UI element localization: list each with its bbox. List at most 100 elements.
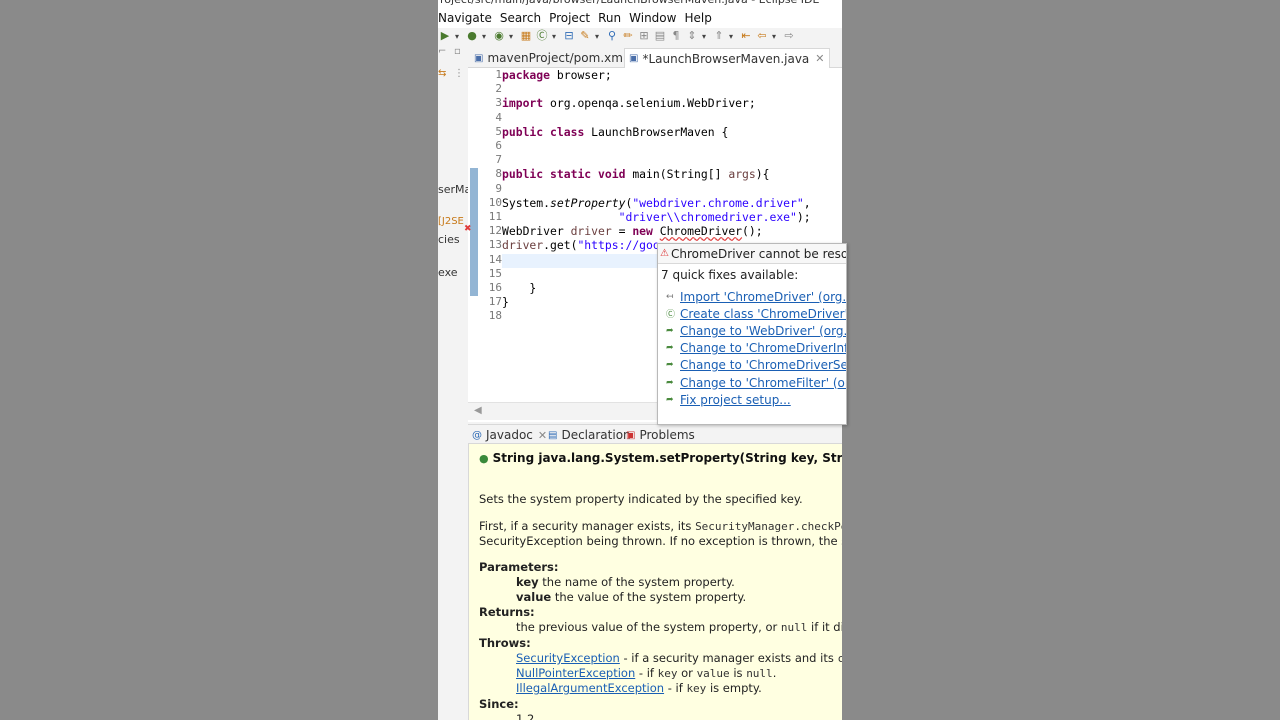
line-number: 11 — [488, 210, 502, 223]
open-type-icon[interactable]: ⊟ — [563, 30, 575, 42]
tab-pom-xml[interactable]: ▣ mavenProject/pom.xml — [474, 48, 626, 68]
line-number: 10 — [488, 195, 502, 209]
new-class-icon[interactable]: Ⓒ — [536, 30, 548, 42]
menu-run[interactable]: Run — [598, 11, 621, 25]
prev-annotation-icon[interactable]: ⇑ — [713, 30, 725, 42]
tab-label: Problems — [639, 428, 695, 442]
chevron-down-icon[interactable]: ▾ — [595, 32, 602, 41]
quick-fix-link[interactable]: Import 'ChromeDriver' (org.openqa.seleni… — [680, 290, 846, 304]
param-key: key the name of the system property. — [516, 575, 735, 589]
quick-fix-link[interactable]: Change to 'ChromeDriverInfo' (org.openqa… — [680, 341, 846, 355]
back-icon[interactable]: ⇦ — [756, 30, 768, 42]
chevron-down-icon[interactable]: ▾ — [772, 32, 779, 41]
block-selection-icon[interactable]: ⊞ — [638, 30, 650, 42]
view-menu-icon[interactable]: ⋮ — [454, 68, 464, 79]
chevron-down-icon[interactable]: ▾ — [509, 32, 516, 41]
declaration-icon: ▤ — [548, 429, 558, 441]
error-marker-icon[interactable]: ✖ — [464, 224, 472, 234]
line-number: 16 — [488, 281, 502, 294]
quick-fix-change-webdriver[interactable]: ➦ Change to 'WebDriver' (org.openqa.selen… — [658, 322, 846, 339]
throws-illegalargument: IllegalArgumentException - if key is emp… — [516, 681, 762, 695]
chevron-down-icon[interactable]: ▾ — [702, 32, 709, 41]
since-value: 1.2 — [516, 712, 535, 720]
chevron-down-icon[interactable]: ▾ — [729, 32, 736, 41]
throws-nullpointer: NullPointerException - if key or value i… — [516, 666, 777, 680]
throws-security: SecurityException - if a security manage… — [516, 651, 842, 665]
quick-fix-link[interactable]: Fix project setup... — [680, 393, 791, 407]
close-icon[interactable]: ✕ — [815, 52, 824, 65]
forward-icon[interactable]: ⇨ — [783, 30, 795, 42]
quick-fix-create-class[interactable]: Ⓒ Create class 'ChromeDriver' — [658, 305, 846, 322]
xml-file-icon: ▣ — [474, 52, 484, 64]
quick-fix-import[interactable]: ↤ Import 'ChromeDriver' (org.openqa.selen… — [658, 288, 846, 305]
quick-fix-project-setup[interactable]: ➦ Fix project setup... — [658, 391, 846, 408]
menu-bar: Navigate Search Project Run Window Help — [438, 8, 842, 28]
import-icon: ↤ — [666, 291, 674, 302]
search-icon[interactable]: ✎ — [579, 30, 591, 42]
close-icon[interactable]: ✕ — [538, 429, 547, 442]
chevron-down-icon[interactable]: ▾ — [482, 32, 489, 41]
menu-window[interactable]: Window — [629, 11, 676, 25]
menu-help[interactable]: Help — [684, 11, 711, 25]
quick-fix-header: ⚠ ChromeDriver cannot be resolved to a t… — [658, 244, 846, 264]
throws-heading: Throws: — [479, 636, 531, 650]
toggle-mark-icon[interactable]: ⚲ — [606, 30, 618, 42]
tree-item[interactable]: cies — [438, 233, 460, 246]
nullpointer-exception-link[interactable]: NullPointerException — [516, 666, 635, 680]
line-number: 8 — [495, 167, 502, 181]
line-number: 17 — [488, 295, 502, 309]
main-toolbar: ▶ ▾ ● ▾ ◉ ▾ ▦ Ⓒ ▾ ⊟ ✎ ▾ ⚲ ✏ ⊞ ▤ ¶ ⇕ ▾ ⇑ ▾ ⇤ ⇦ ▾ … — [438, 28, 842, 44]
javadoc-description: Sets the system property indicated by th… — [479, 492, 803, 506]
new-package-icon[interactable]: ▦ — [520, 30, 532, 42]
minimize-icon[interactable]: ⌐ — [438, 46, 446, 57]
tab-problems[interactable]: ▣ Problems — [626, 426, 695, 444]
quick-fix-message: ChromeDriver cannot be resolved to a typ… — [670, 246, 847, 261]
change-icon: ➦ — [666, 394, 674, 405]
tab-javadoc[interactable]: @ Javadoc ✕ — [472, 426, 547, 444]
maximize-icon[interactable]: ▫ — [454, 46, 461, 57]
last-edit-icon[interactable]: ⇤ — [740, 30, 752, 42]
tab-label: *LaunchBrowserMaven.java — [642, 51, 810, 66]
static-method-icon: ● — [479, 452, 489, 465]
annotation-icon[interactable]: ⇕ — [686, 30, 698, 42]
word-wrap-icon[interactable]: ▤ — [654, 30, 666, 42]
quick-fix-link[interactable]: Change to 'ChromeFilter' (org.openqa.sel… — [680, 376, 846, 390]
menu-search[interactable]: Search — [500, 11, 541, 25]
tab-label: mavenProject/pom.xml — [487, 51, 627, 65]
tree-item[interactable]: serMa — [438, 183, 471, 196]
show-whitespace-icon[interactable]: ¶ — [670, 30, 682, 42]
quick-fix-change-chromefilter[interactable]: ➦ Change to 'ChromeFilter' (org.openqa.se… — [658, 374, 846, 391]
quick-fix-link[interactable]: Change to 'WebDriver' (org.openqa.seleni… — [680, 324, 846, 338]
code-line-10: System.setProperty("webdriver.chrome.dri… — [502, 195, 811, 210]
code-line-11: "driver\\chromedriver.exe"); — [618, 210, 811, 224]
coverage-icon[interactable]: ● — [466, 30, 478, 42]
line-number: 18 — [488, 309, 502, 323]
run-icon[interactable]: ▶ — [439, 30, 451, 42]
quick-fix-change-chromedriverinfo[interactable]: ➦ Change to 'ChromeDriverInfo' (org.openq… — [658, 340, 846, 357]
scroll-left-icon[interactable]: ◀ — [474, 405, 482, 416]
tree-item[interactable]: exe — [438, 266, 458, 279]
menu-navigate[interactable]: Navigate — [438, 11, 492, 25]
link-editor-icon[interactable]: ⇆ — [438, 68, 446, 79]
illegalargument-exception-link[interactable]: IllegalArgumentException — [516, 681, 664, 695]
code-line-16: } — [502, 281, 537, 295]
quick-fix-change-chromedriverservice[interactable]: ➦ Change to 'ChromeDriverService' (org.op… — [658, 357, 846, 374]
tab-declaration[interactable]: ▤ Declaration — [548, 426, 631, 444]
line-number: 14 — [488, 252, 502, 266]
tab-label: Javadoc — [486, 428, 533, 442]
error-icon: ⚠ — [660, 248, 669, 259]
highlight-icon[interactable]: ✏ — [622, 30, 634, 42]
quick-fix-link[interactable]: Change to 'ChromeDriverService' (org.ope… — [680, 358, 846, 372]
chevron-down-icon[interactable]: ▾ — [455, 32, 462, 41]
chevron-down-icon[interactable]: ▾ — [552, 32, 559, 41]
quick-fix-link[interactable]: Create class 'ChromeDriver' — [680, 307, 846, 321]
tree-item[interactable]: [J2SE — [438, 216, 464, 227]
editor-tabs: ▣ mavenProject/pom.xml ▣ *LaunchBrowserM… — [468, 46, 842, 68]
tab-launchbrowsermaven-java[interactable]: ▣ *LaunchBrowserMaven.java ✕ — [624, 48, 830, 68]
debug-run-icon[interactable]: ◉ — [493, 30, 505, 42]
code-line-3: import org.openqa.selenium.WebDriver; — [502, 96, 756, 111]
java-file-icon: ▣ — [629, 53, 639, 64]
line-number: 9 — [495, 181, 502, 195]
menu-project[interactable]: Project — [549, 11, 590, 25]
security-exception-link[interactable]: SecurityException — [516, 651, 620, 665]
